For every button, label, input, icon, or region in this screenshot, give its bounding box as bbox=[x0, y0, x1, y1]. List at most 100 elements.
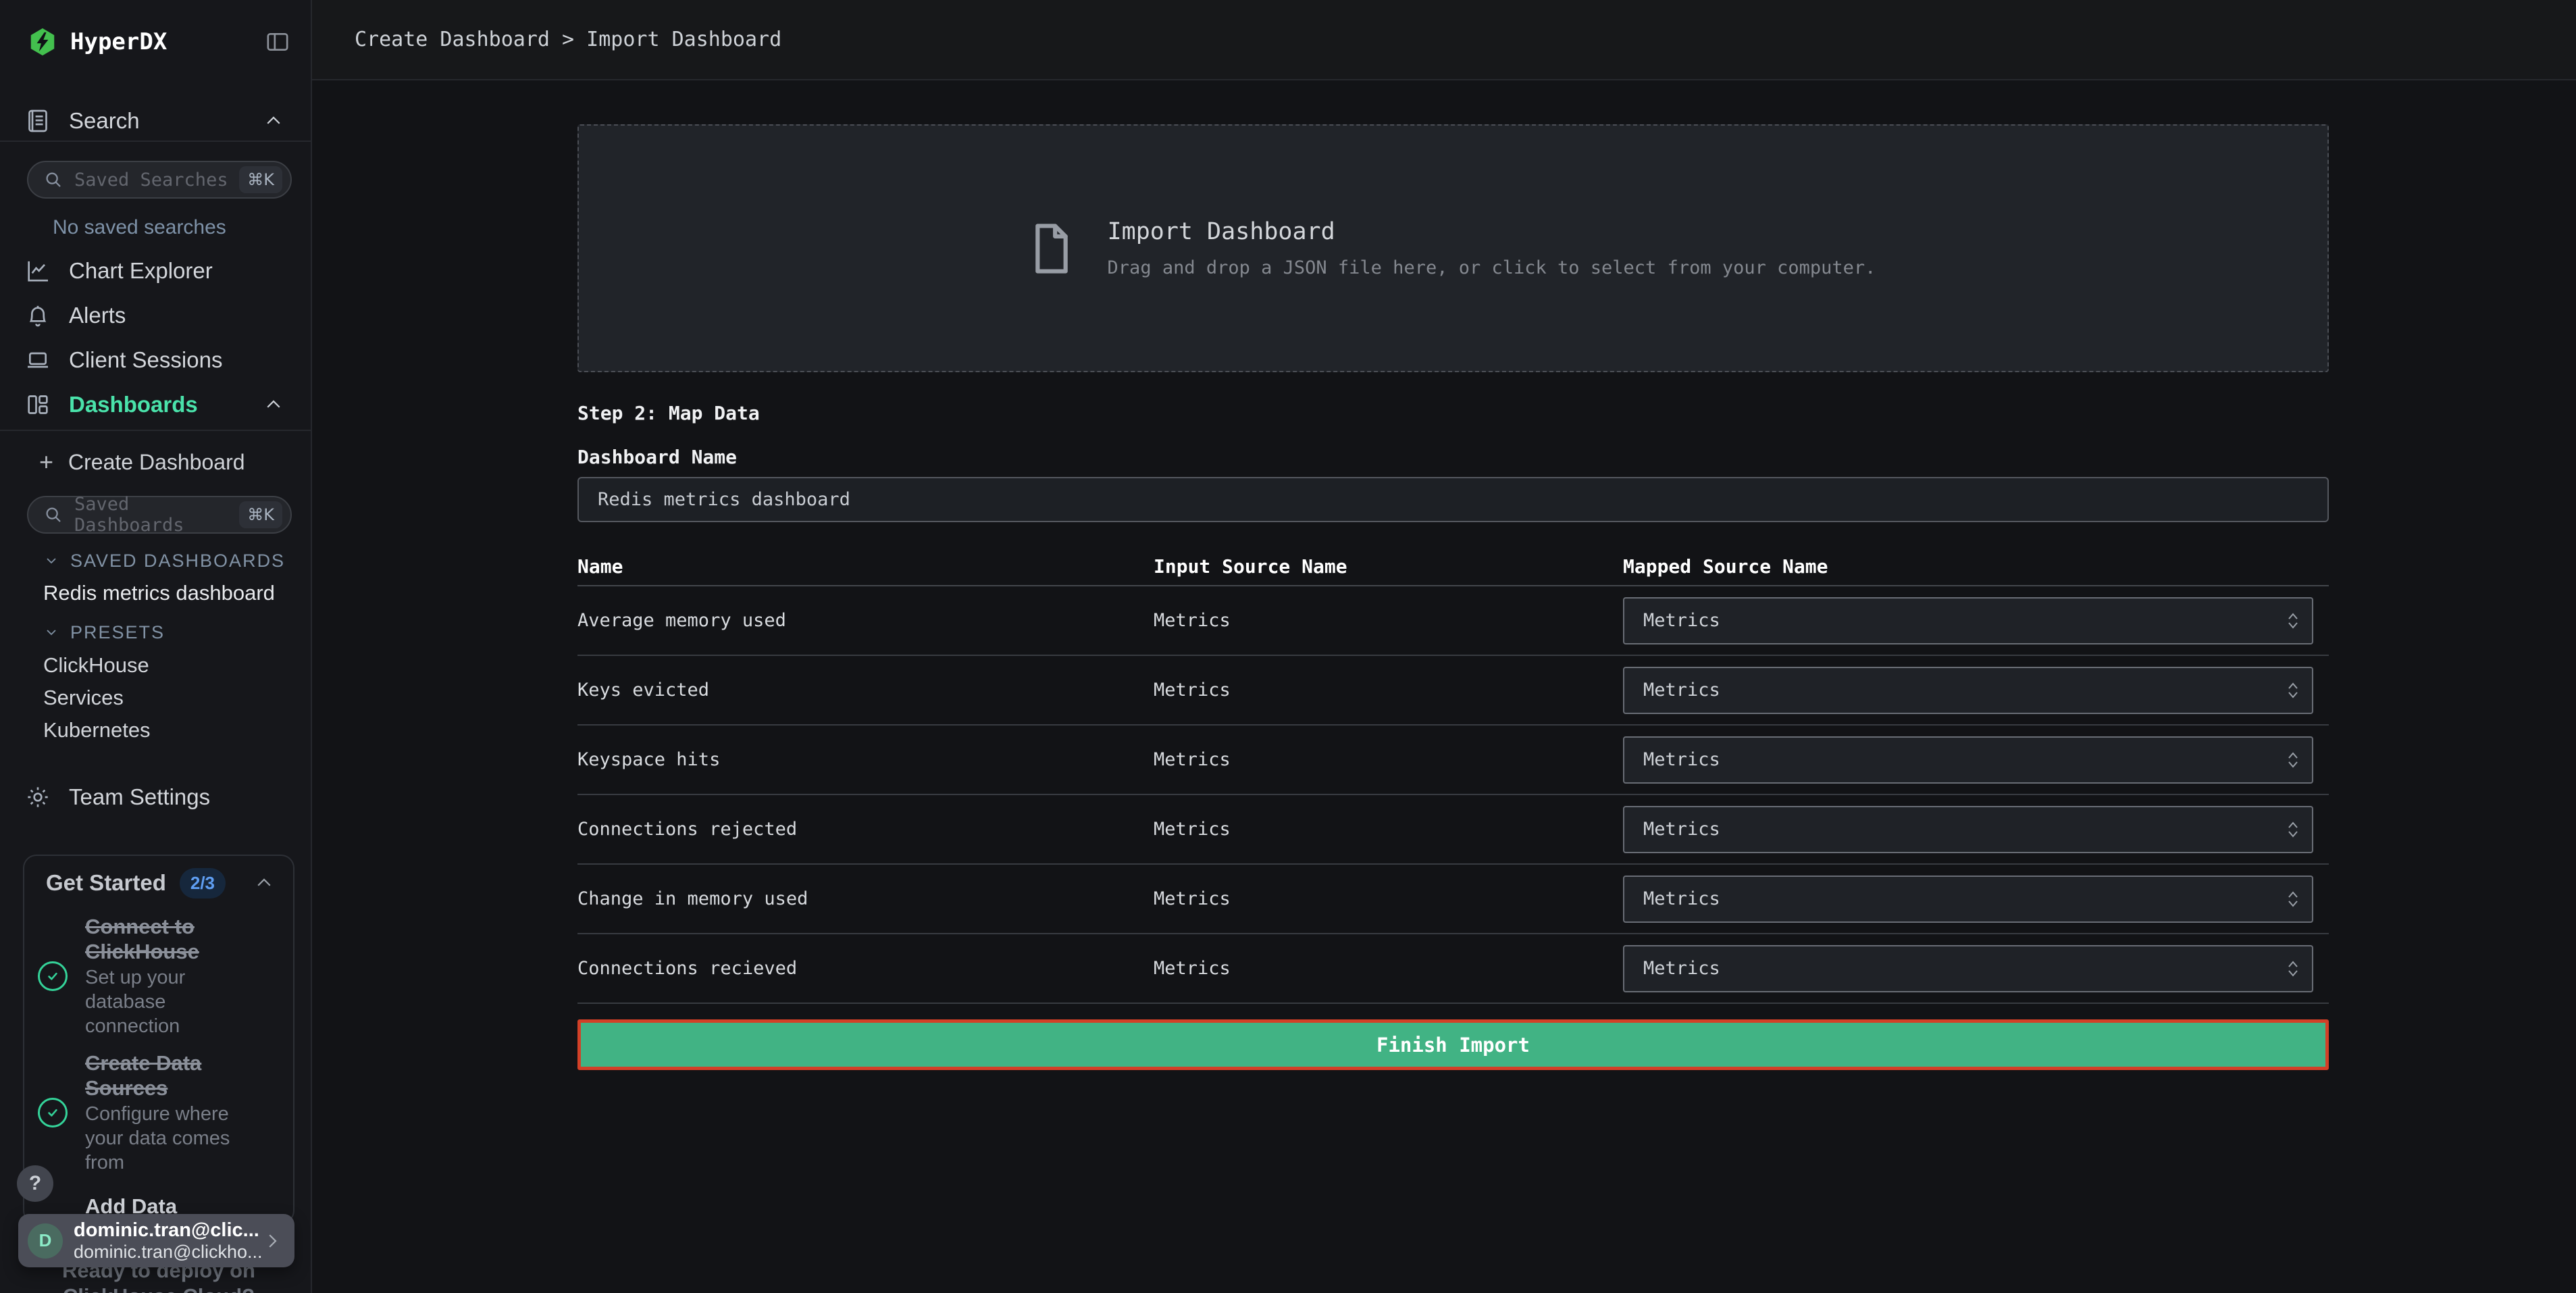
user-display-name: dominic.tran@clic... bbox=[74, 1219, 262, 1242]
sidebar-section-search[interactable]: Search bbox=[0, 101, 311, 141]
chevron-right-icon bbox=[262, 1231, 282, 1251]
json-dropzone[interactable]: Import Dashboard Drag and drop a JSON fi… bbox=[577, 124, 2329, 372]
saved-dashboard-item[interactable]: Redis metrics dashboard bbox=[0, 577, 311, 609]
logo-row: HyperDX bbox=[27, 23, 293, 61]
dashboard-name-label: Dashboard Name bbox=[577, 447, 2329, 468]
saved-searches-placeholder: Saved Searches bbox=[74, 170, 239, 191]
bell-icon bbox=[24, 302, 51, 329]
divider bbox=[0, 430, 311, 431]
mapped-source-select[interactable]: Metrics bbox=[1623, 876, 2313, 923]
sidebar-item-label: Dashboards bbox=[69, 392, 263, 417]
dashboard-name-input[interactable] bbox=[577, 477, 2329, 522]
sidebar-item-dashboards[interactable]: Dashboards bbox=[0, 382, 311, 427]
step-description: Set up your database connection bbox=[85, 965, 246, 1038]
preset-item-clickhouse[interactable]: ClickHouse bbox=[0, 649, 311, 682]
step-heading: Step 2: Map Data bbox=[577, 403, 2329, 424]
preset-item-kubernetes[interactable]: Kubernetes bbox=[0, 714, 311, 746]
mapped-source-select[interactable]: Metrics bbox=[1623, 945, 2313, 992]
promo-line: ClickHouse Cloud? bbox=[23, 1284, 294, 1293]
search-icon bbox=[43, 505, 63, 525]
metric-name-cell: Average memory used bbox=[577, 610, 1154, 631]
metric-name-cell: Keys evicted bbox=[577, 680, 1154, 701]
create-dashboard-label: Create Dashboard bbox=[68, 450, 244, 475]
metric-name-cell: Keyspace hits bbox=[577, 749, 1154, 770]
select-chevrons-icon bbox=[2286, 819, 2300, 840]
column-header: Name bbox=[577, 555, 1154, 578]
metric-name-cell: Connections rejected bbox=[577, 819, 1154, 840]
sidebar-item-label: Client Sessions bbox=[69, 347, 284, 373]
preset-item-services[interactable]: Services bbox=[0, 682, 311, 714]
hyperdx-logo-icon[interactable] bbox=[27, 26, 58, 57]
sidebar-item-label: Chart Explorer bbox=[69, 258, 284, 284]
sidebar-item-chart-explorer[interactable]: Chart Explorer bbox=[0, 249, 311, 293]
step-title: Connect to ClickHouse bbox=[85, 914, 246, 964]
chevron-down-icon bbox=[43, 553, 59, 569]
shortcut-badge: ⌘K bbox=[239, 501, 282, 528]
mapped-source-select[interactable]: Metrics bbox=[1623, 806, 2313, 853]
sidebar-item-team-settings[interactable]: Team Settings bbox=[0, 775, 311, 819]
table-row: Connections recieved Metrics Metrics bbox=[577, 934, 2329, 1004]
table-header-row: Name Input Source Name Mapped Source Nam… bbox=[577, 547, 2329, 586]
input-source-cell: Metrics bbox=[1154, 819, 1623, 840]
get-started-header[interactable]: Get Started 2/3 bbox=[46, 868, 274, 898]
brand-name: HyperDX bbox=[70, 28, 262, 55]
get-started-step-sources[interactable]: Create Data Sources Configure where your… bbox=[24, 1050, 293, 1175]
laptop-icon bbox=[24, 347, 51, 374]
get-started-step-connect[interactable]: Connect to ClickHouse Set up your databa… bbox=[24, 914, 293, 1038]
chevron-down-icon bbox=[43, 624, 59, 640]
gear-icon bbox=[24, 784, 51, 811]
mapped-source-select[interactable]: Metrics bbox=[1623, 597, 2313, 644]
sidebar-item-label: Alerts bbox=[69, 303, 284, 328]
search-icon bbox=[43, 170, 63, 190]
dashboard-grid-icon bbox=[24, 391, 51, 418]
app-root: HyperDX Search bbox=[0, 0, 2576, 1293]
select-chevrons-icon bbox=[2286, 611, 2300, 631]
shortcut-badge: ⌘K bbox=[239, 166, 282, 193]
sidebar-collapse-icon[interactable] bbox=[262, 26, 293, 57]
input-source-cell: Metrics bbox=[1154, 958, 1623, 979]
chart-line-icon bbox=[24, 257, 51, 284]
chevron-up-icon bbox=[263, 395, 284, 415]
saved-dashboards-heading[interactable]: SAVED DASHBOARDS bbox=[0, 549, 311, 573]
sidebar: HyperDX Search bbox=[0, 0, 312, 1293]
help-button[interactable]: ? bbox=[17, 1165, 53, 1202]
create-dashboard-button[interactable]: + Create Dashboard bbox=[0, 442, 311, 482]
table-row: Average memory used Metrics Metrics bbox=[577, 586, 2329, 656]
step-title: Create Data Sources bbox=[85, 1050, 246, 1100]
mapped-source-select[interactable]: Metrics bbox=[1623, 667, 2313, 714]
sidebar-item-alerts[interactable]: Alerts bbox=[0, 293, 311, 338]
mapped-source-select[interactable]: Metrics bbox=[1623, 736, 2313, 784]
progress-badge: 2/3 bbox=[180, 868, 226, 898]
top-header: Create Dashboard > Import Dashboard bbox=[312, 0, 2576, 80]
team-settings-label: Team Settings bbox=[69, 784, 284, 810]
metric-name-cell: Connections recieved bbox=[577, 958, 1154, 979]
sidebar-item-client-sessions[interactable]: Client Sessions bbox=[0, 338, 311, 382]
avatar: D bbox=[28, 1223, 63, 1259]
finish-import-button[interactable]: Finish Import bbox=[577, 1019, 2329, 1070]
user-menu[interactable]: D dominic.tran@clic... dominic.tran@clic… bbox=[18, 1214, 294, 1267]
import-panel: Import Dashboard Drag and drop a JSON fi… bbox=[577, 124, 2329, 1070]
dropzone-subtitle: Drag and drop a JSON file here, or click… bbox=[1108, 257, 1876, 278]
dropzone-title: Import Dashboard bbox=[1108, 218, 1876, 245]
check-circle-icon bbox=[38, 961, 68, 991]
check-circle-icon bbox=[38, 1098, 68, 1127]
breadcrumb: Create Dashboard > Import Dashboard bbox=[355, 28, 781, 51]
table-row: Keyspace hits Metrics Metrics bbox=[577, 726, 2329, 795]
chevron-up-icon bbox=[263, 111, 284, 131]
divider bbox=[0, 141, 311, 142]
select-chevrons-icon bbox=[2286, 889, 2300, 909]
input-source-cell: Metrics bbox=[1154, 749, 1623, 770]
input-source-cell: Metrics bbox=[1154, 610, 1623, 631]
saved-dashboards-input[interactable]: Saved Dashboards ⌘K bbox=[27, 496, 292, 534]
table-row: Connections rejected Metrics Metrics bbox=[577, 795, 2329, 865]
table-row: Keys evicted Metrics Metrics bbox=[577, 656, 2329, 726]
input-source-cell: Metrics bbox=[1154, 888, 1623, 909]
saved-searches-input[interactable]: Saved Searches ⌘K bbox=[27, 161, 292, 199]
step-description: Configure where your data comes from bbox=[85, 1102, 246, 1175]
table-row: Change in memory used Metrics Metrics bbox=[577, 865, 2329, 934]
file-icon bbox=[1031, 220, 1073, 278]
chevron-up-icon bbox=[254, 873, 274, 893]
presets-heading[interactable]: PRESETS bbox=[0, 620, 311, 644]
select-chevrons-icon bbox=[2286, 959, 2300, 979]
metric-name-cell: Change in memory used bbox=[577, 888, 1154, 909]
